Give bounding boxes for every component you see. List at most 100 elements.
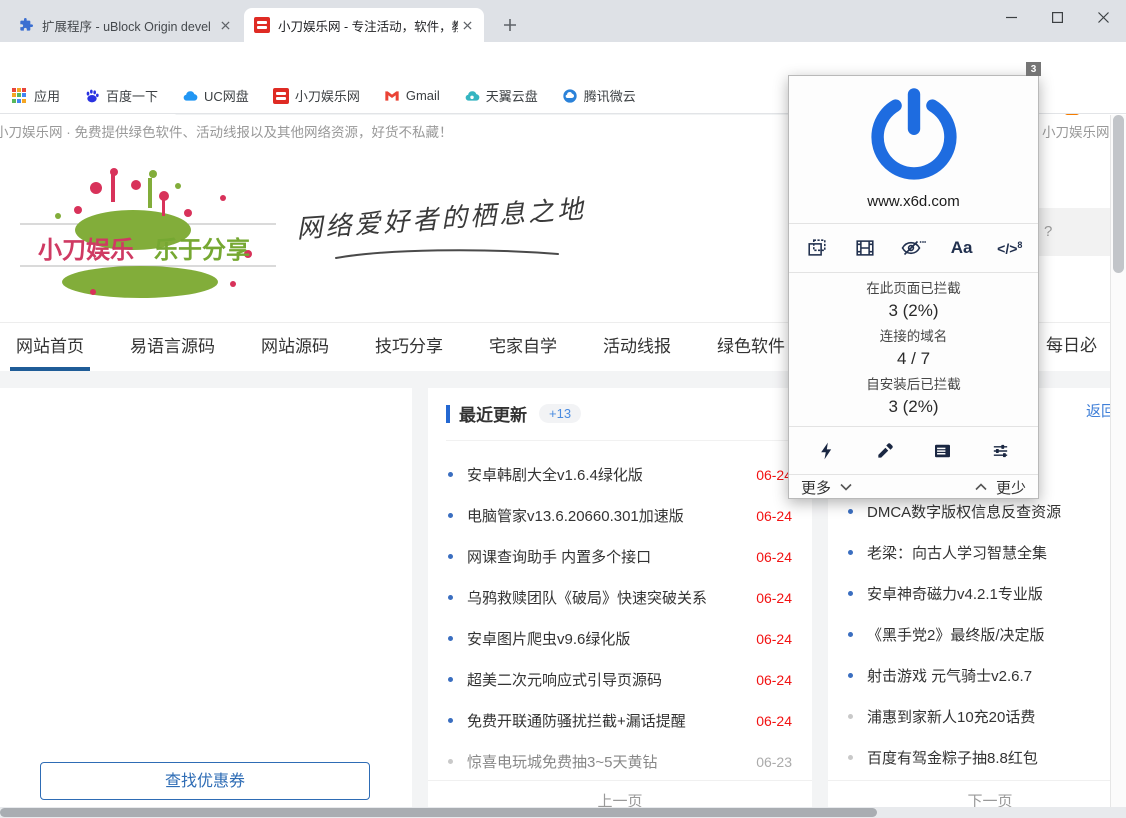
post-list-item[interactable]: 安卓神奇磁力v4.2.1专业版: [828, 573, 1126, 614]
post-title-link[interactable]: 百度有驾金粽子抽8.8红包: [867, 747, 1126, 768]
no-scripting-icon[interactable]: </>8: [990, 230, 1030, 266]
post-list-item[interactable]: 网课查询助手 内置多个接口06-24: [428, 536, 812, 577]
post-title-link[interactable]: 超美二次元响应式引导页源码: [467, 669, 746, 690]
bookmark-apps[interactable]: 应用: [12, 86, 60, 105]
bookmark-label: Gmail: [406, 88, 440, 103]
site-favicon: [254, 17, 270, 33]
popup-tools: [789, 429, 1038, 473]
popup-hostname: www.x6d.com: [789, 193, 1038, 210]
nav-item-home[interactable]: 网站首页: [16, 323, 84, 371]
vertical-scrollbar: [1110, 115, 1126, 818]
bullet-icon: [448, 472, 453, 477]
bookmark-label: 天翼云盘: [486, 86, 538, 105]
no-large-media-icon[interactable]: [845, 230, 885, 266]
post-title-link[interactable]: DMCA数字版权信息反查资源: [867, 501, 1126, 522]
post-title-link[interactable]: 乌鸦救赎团队《破局》快速突破关系: [467, 587, 746, 608]
post-list-item[interactable]: 《黑手党2》最终版/决定版: [828, 614, 1126, 655]
post-list-item[interactable]: 安卓韩剧大全v1.6.4绿化版06-24: [428, 454, 812, 495]
tab-extensions[interactable]: 扩展程序 - uBlock Origin devel: [8, 8, 242, 42]
slogan-underline: [332, 246, 562, 262]
more-button[interactable]: 更多: [801, 477, 831, 498]
recent-updates-header: 最近更新 +13: [446, 401, 581, 426]
post-list-item[interactable]: 电脑管家v13.6.20660.301加速版06-24: [428, 495, 812, 536]
no-remote-fonts-icon[interactable]: Aa: [942, 230, 982, 266]
no-popups-icon[interactable]: [797, 230, 837, 266]
ublock-popup: www.x6d.com: [788, 75, 1039, 499]
site-logo[interactable]: 小刀娱乐 乐于分享: [18, 158, 283, 300]
post-title-link[interactable]: 安卓图片爬虫v9.6绿化版: [467, 628, 746, 649]
browser-toolbar: x6d.com uo T: [0, 42, 1126, 78]
post-title-link[interactable]: 射击游戏 元气骑士v2.6.7: [867, 665, 1126, 686]
find-coupon-button[interactable]: 查找优惠券: [40, 762, 370, 800]
post-title-link[interactable]: 网课查询助手 内置多个接口: [467, 546, 746, 567]
bookmark-label: 腾讯微云: [584, 86, 636, 105]
chevron-up-icon[interactable]: [975, 483, 987, 491]
post-list-item[interactable]: 浦惠到家新人10充20话费: [828, 696, 1126, 737]
nav-item-daily[interactable]: 每日必: [1046, 322, 1110, 370]
element-zapper-icon[interactable]: [807, 433, 847, 469]
close-icon[interactable]: [458, 16, 476, 34]
tab-xiaodao[interactable]: 小刀娱乐网 - 专注活动，软件，教: [244, 8, 484, 42]
post-title-link[interactable]: 免费开联通防骚扰拦截+漏话提醒: [467, 710, 746, 731]
divider: [789, 272, 1038, 273]
post-title-link[interactable]: 安卓神奇磁力v4.2.1专业版: [867, 583, 1126, 604]
post-list-item[interactable]: 安卓图片爬虫v9.6绿化版 06-24: [428, 618, 812, 659]
close-window-button[interactable]: [1080, 0, 1126, 34]
nav-item-skills[interactable]: 技巧分享: [375, 323, 443, 371]
bookmark-gmail[interactable]: Gmail: [384, 88, 440, 104]
post-list-item[interactable]: 百度有驾金粽子抽8.8红包: [828, 737, 1126, 778]
horizontal-scrollbar: [0, 807, 1126, 818]
logger-icon[interactable]: [922, 433, 962, 469]
post-title-link[interactable]: 《黑手党2》最终版/决定版: [867, 624, 1126, 645]
nav-item-software[interactable]: 绿色软件: [717, 323, 785, 371]
logo-text-1: 小刀娱乐: [38, 237, 134, 264]
post-date: 06-24: [756, 590, 792, 606]
horizontal-scrollbar-thumb[interactable]: [0, 808, 877, 817]
bookmark-baidu[interactable]: 百度一下: [84, 86, 158, 105]
element-picker-icon[interactable]: [865, 433, 905, 469]
nav-item-yiyuyan[interactable]: 易语言源码: [130, 323, 215, 371]
new-tab-button[interactable]: [497, 12, 523, 38]
notice-marquee-text: 小刀娱乐网永: [1042, 115, 1110, 151]
bullet-icon: [448, 636, 453, 641]
maximize-button[interactable]: [1034, 0, 1080, 34]
nav-item-source[interactable]: 网站源码: [261, 323, 329, 371]
tianyi-cloud-icon: [464, 88, 480, 104]
power-button[interactable]: [789, 84, 1038, 180]
post-date: 06-24: [756, 713, 792, 729]
gmail-icon: [384, 88, 400, 104]
bookmark-weiyun[interactable]: 腾讯微云: [562, 86, 636, 105]
bookmark-tianyi[interactable]: 天翼云盘: [464, 86, 538, 105]
post-list-item[interactable]: 免费开联通防骚扰拦截+漏话提醒 06-24: [428, 700, 812, 741]
post-date: 06-24: [756, 631, 792, 647]
notice-text: 小刀娱乐网 · 免费提供绿色软件、活动线报以及其他网络资源，好货不私藏！: [0, 115, 453, 151]
post-title-link[interactable]: 电脑管家v13.6.20660.301加速版: [467, 505, 746, 526]
stat-blocked-since-install: 自安装后已拦截 3 (2%): [789, 375, 1038, 418]
post-list-item[interactable]: 超美二次元响应式引导页源码06-24: [428, 659, 812, 700]
tab-strip: 扩展程序 - uBlock Origin devel 小刀娱乐网 - 专注活动，…: [0, 0, 1126, 42]
post-list-item[interactable]: 老梁：向古人学习智慧全集: [828, 532, 1126, 573]
post-list-item[interactable]: 惊喜电玩城免费抽3~5天黄钻06-23: [428, 741, 812, 782]
dashboard-settings-icon[interactable]: [980, 433, 1020, 469]
vertical-scrollbar-thumb[interactable]: [1113, 115, 1124, 273]
bookmark-xiaodao[interactable]: 小刀娱乐网: [273, 86, 360, 105]
post-list-item[interactable]: 射击游戏 元气骑士v2.6.7: [828, 655, 1126, 696]
close-icon[interactable]: [216, 16, 234, 34]
bullet-icon: [448, 677, 453, 682]
count-badge: +13: [539, 404, 581, 423]
post-list-item[interactable]: 乌鸦救赎团队《破局》快速突破关系 06-24: [428, 577, 812, 618]
chevron-down-icon[interactable]: [840, 483, 852, 491]
puzzle-icon: [18, 17, 34, 33]
nav-item-study[interactable]: 宅家自学: [489, 323, 557, 371]
post-title-link[interactable]: 惊喜电玩城免费抽3~5天黄钻: [467, 751, 746, 772]
bookmark-uc[interactable]: UC网盘: [182, 86, 249, 105]
post-title-link[interactable]: 老梁：向古人学习智慧全集: [867, 542, 1126, 563]
post-title-link[interactable]: 安卓韩剧大全v1.6.4绿化版: [467, 464, 746, 485]
post-title-link[interactable]: 浦惠到家新人10充20话费: [867, 706, 1126, 727]
no-cosmetic-filtering-icon[interactable]: [893, 230, 933, 266]
nav-item-activity[interactable]: 活动线报: [603, 323, 671, 371]
tencent-weiyun-icon: [562, 88, 578, 104]
tab-title: 扩展程序 - uBlock Origin devel: [42, 16, 216, 35]
less-button[interactable]: 更少: [996, 477, 1026, 498]
minimize-button[interactable]: [988, 0, 1034, 34]
